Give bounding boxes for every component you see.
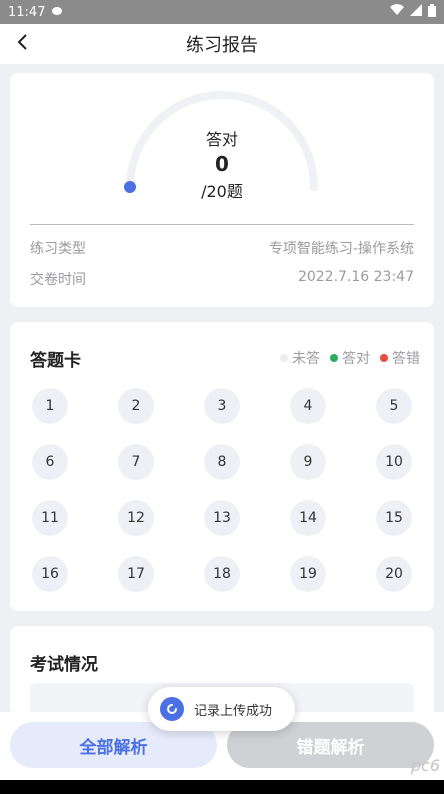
question-number[interactable]: 16 bbox=[32, 556, 68, 592]
question-number[interactable]: 2 bbox=[118, 388, 154, 424]
legend-label-unanswered: 未答 bbox=[292, 351, 320, 367]
question-number[interactable]: 20 bbox=[376, 556, 412, 592]
practice-type-row: 练习类型 专项智能练习-操作系统 bbox=[30, 238, 414, 258]
question-number[interactable]: 15 bbox=[376, 500, 412, 536]
question-total: /20题 bbox=[201, 182, 243, 201]
question-number[interactable]: 14 bbox=[290, 500, 326, 536]
question-number[interactable]: 9 bbox=[290, 444, 326, 480]
notification-icon bbox=[51, 5, 63, 20]
back-button[interactable] bbox=[6, 28, 38, 60]
question-number[interactable]: 12 bbox=[118, 500, 154, 536]
submit-time-value: 2022.7.16 23:47 bbox=[297, 269, 414, 285]
question-number[interactable]: 8 bbox=[204, 444, 240, 480]
submit-time-row: 交卷时间 2022.7.16 23:47 bbox=[30, 269, 414, 289]
question-number[interactable]: 13 bbox=[204, 500, 240, 536]
legend-dot-unanswered bbox=[280, 354, 288, 362]
answer-sheet-card: 答题卡 未答 答对 答错 1 2 3 4 5 6 7 8 9 10 11 12 … bbox=[10, 322, 434, 611]
question-number[interactable]: 4 bbox=[290, 388, 326, 424]
submit-time-label: 交卷时间 bbox=[30, 272, 86, 288]
legend: 未答 答对 答错 bbox=[280, 348, 420, 368]
report-card: 答对 0 /20题 练习类型 专项智能练习-操作系统 交卷时间 2022.7.1… bbox=[10, 73, 434, 307]
legend-unanswered: 未答 bbox=[280, 348, 320, 368]
chevron-left-icon bbox=[16, 33, 28, 55]
signal-icon bbox=[410, 4, 422, 20]
page-title: 练习报告 bbox=[186, 35, 258, 56]
correct-label: 答对 bbox=[205, 130, 238, 149]
question-number[interactable]: 11 bbox=[32, 500, 68, 536]
legend-dot-wrong bbox=[380, 354, 388, 362]
refresh-icon bbox=[160, 697, 184, 721]
wifi-icon bbox=[390, 4, 404, 20]
question-number[interactable]: 19 bbox=[290, 556, 326, 592]
app-header: 练习报告 bbox=[0, 24, 444, 64]
question-grid: 1 2 3 4 5 6 7 8 9 10 11 12 13 14 15 16 1… bbox=[32, 388, 412, 592]
question-number[interactable]: 1 bbox=[32, 388, 68, 424]
legend-wrong: 答错 bbox=[380, 348, 420, 368]
question-number[interactable]: 5 bbox=[376, 388, 412, 424]
question-number[interactable]: 17 bbox=[118, 556, 154, 592]
practice-type-value: 专项智能练习-操作系统 bbox=[268, 241, 414, 257]
legend-correct: 答对 bbox=[330, 348, 370, 368]
toast-text: 记录上传成功 bbox=[194, 703, 273, 719]
status-bar: 11:47 bbox=[0, 0, 444, 24]
answer-sheet-title: 答题卡 bbox=[30, 351, 81, 371]
status-time: 11:47 bbox=[8, 4, 46, 20]
watermark-logo: pc6 bbox=[410, 756, 440, 775]
gauge-center: 答对 0 /20题 bbox=[10, 126, 434, 202]
battery-icon bbox=[428, 3, 436, 21]
question-number[interactable]: 6 bbox=[32, 444, 68, 480]
legend-label-wrong: 答错 bbox=[392, 351, 420, 367]
correct-count: 0 bbox=[215, 152, 229, 176]
legend-dot-correct bbox=[330, 354, 338, 362]
question-number[interactable]: 10 bbox=[376, 444, 412, 480]
upload-success-toast: 记录上传成功 bbox=[148, 687, 295, 731]
question-number[interactable]: 3 bbox=[204, 388, 240, 424]
divider bbox=[30, 224, 414, 225]
practice-type-label: 练习类型 bbox=[30, 241, 86, 257]
question-number[interactable]: 18 bbox=[204, 556, 240, 592]
system-nav-bar bbox=[0, 780, 444, 794]
legend-label-correct: 答对 bbox=[342, 351, 370, 367]
exam-situation-title: 考试情况 bbox=[30, 655, 98, 675]
question-number[interactable]: 7 bbox=[118, 444, 154, 480]
